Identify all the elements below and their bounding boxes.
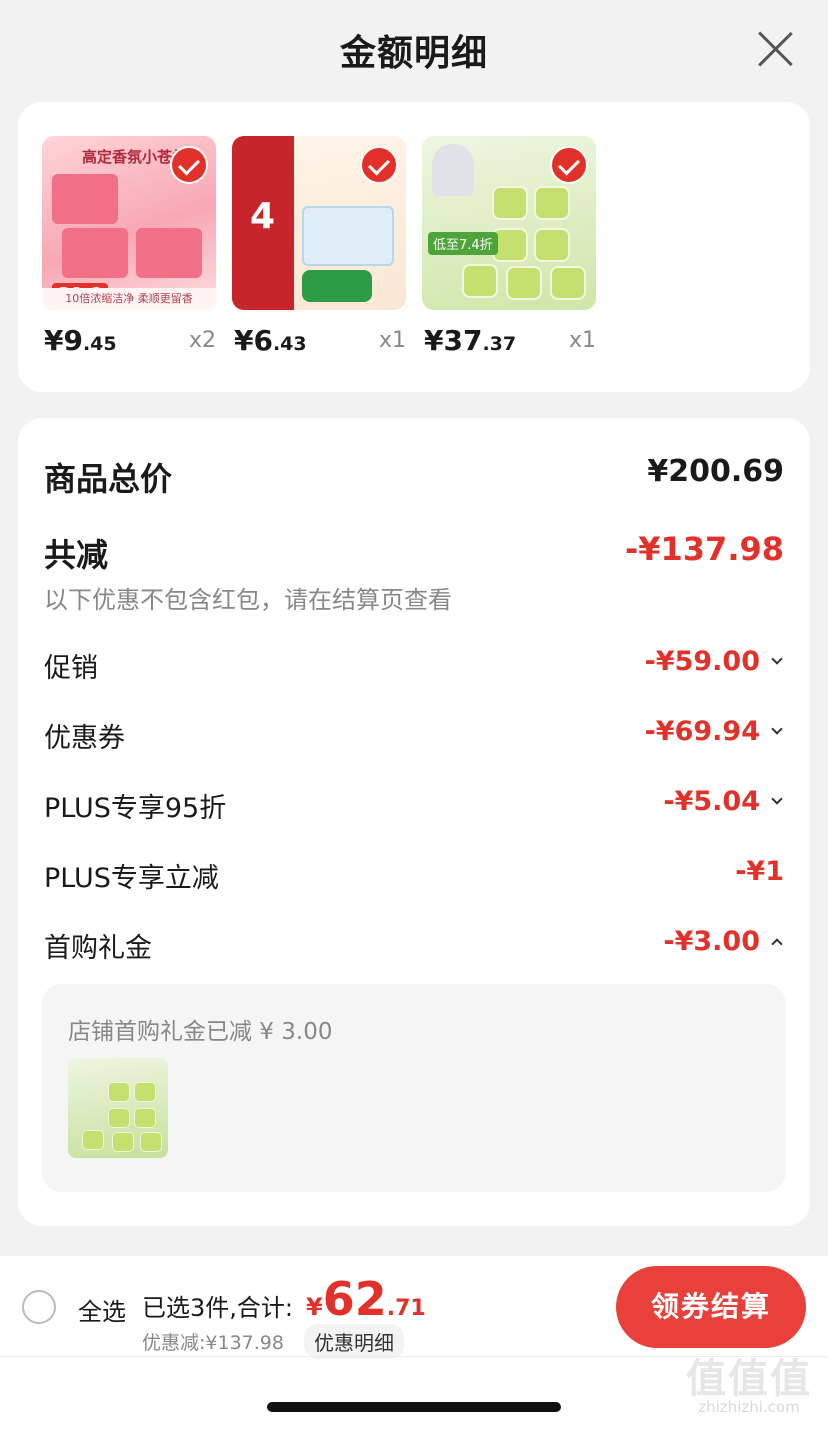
product-price: ¥9.45 (44, 324, 117, 357)
discount-label: 促销 (44, 653, 98, 684)
product-card[interactable]: 4 ¥6.43 x1 (232, 136, 406, 357)
gift-detail-text: 店铺首购礼金已减 ¥ 3.00 (68, 1019, 333, 1045)
checkmark-icon[interactable] (550, 146, 588, 184)
product-image: 低至7.4折 (422, 136, 596, 310)
total-price-row: 商品总价 ¥200.69 (44, 454, 784, 500)
chevron-down-icon[interactable] (770, 796, 784, 810)
discount-row[interactable]: PLUS专享95折 -¥5.04 (44, 786, 784, 825)
select-all-label[interactable]: 全选 (78, 1292, 126, 1327)
chevron-up-icon[interactable] (770, 936, 784, 950)
watermark-logo: 值值值 (686, 1356, 812, 1402)
discount-row[interactable]: 优惠券 -¥69.94 (44, 716, 784, 755)
page-title: 金额明细 (339, 33, 488, 74)
total-reduction-value: -¥137.98 (624, 530, 784, 568)
product-card[interactable]: 低至7.4折 ¥37.37 x1 (422, 136, 596, 357)
watermark-site: zhizhizhi.com (698, 1398, 800, 1416)
saved-amount: 优惠减:¥137.98 (142, 1332, 284, 1354)
discount-label: 优惠券 (44, 723, 125, 754)
product-image: 高定香氛小苍兰 39.8 10倍浓缩洁净 柔顺更留香 (42, 136, 216, 310)
checkmark-icon[interactable] (360, 146, 398, 184)
discount-value: -¥59.00 (645, 646, 784, 677)
discount-row: PLUS专享立减 -¥1 (44, 856, 784, 895)
close-icon[interactable] (756, 30, 794, 68)
product-image: 4 (232, 136, 406, 310)
first-purchase-gift-panel: 店铺首购礼金已减 ¥ 3.00 (42, 984, 786, 1192)
discount-detail-button[interactable]: 优惠明细 (304, 1324, 404, 1359)
product-image-text: 4 (250, 196, 276, 237)
total-reduction-row: 共减 -¥137.98 (44, 530, 784, 576)
selected-count: 已选3件,合计: (142, 1294, 293, 1322)
product-price: ¥37.37 (424, 324, 517, 357)
total-price-value: ¥200.69 (647, 454, 784, 489)
product-image-band: 10倍浓缩洁净 柔顺更留香 (42, 288, 216, 310)
discount-value: -¥69.94 (645, 716, 784, 747)
discount-label: PLUS专享立减 (44, 863, 219, 894)
home-indicator[interactable] (267, 1402, 561, 1412)
discount-label: PLUS专享95折 (44, 793, 227, 824)
chevron-down-icon[interactable] (770, 656, 784, 670)
product-strip: 高定香氛小苍兰 39.8 10倍浓缩洁净 柔顺更留香 ¥9.45 x2 4 ¥6… (18, 102, 810, 392)
discount-row[interactable]: 首购礼金 -¥3.00 (44, 926, 784, 965)
product-price: ¥6.43 (234, 324, 307, 357)
product-card[interactable]: 高定香氛小苍兰 39.8 10倍浓缩洁净 柔顺更留香 ¥9.45 x2 (42, 136, 216, 357)
total-reduction-label: 共减 (44, 536, 109, 574)
product-quantity: x2 (188, 328, 216, 353)
header: 金额明细 (0, 0, 828, 100)
amount-details: 商品总价 ¥200.69 共减 -¥137.98 以下优惠不包含红包，请在结算页… (18, 418, 810, 1226)
discount-row[interactable]: 促销 -¥59.00 (44, 646, 784, 685)
checkout-button[interactable]: 领券结算 (616, 1266, 806, 1348)
total-price-label: 商品总价 (44, 460, 173, 498)
reduction-note: 以下优惠不包含红包，请在结算页查看 (44, 586, 452, 614)
discount-value: -¥1 (735, 856, 784, 887)
discount-value: -¥5.04 (663, 786, 784, 817)
product-quantity: x1 (378, 328, 406, 353)
product-quantity: x1 (568, 328, 596, 353)
total-amount: ¥62.71 (306, 1272, 426, 1326)
checkmark-icon[interactable] (170, 146, 208, 184)
discount-value: -¥3.00 (663, 926, 784, 957)
gift-product-image (68, 1058, 168, 1158)
select-all-radio[interactable] (22, 1290, 56, 1324)
chevron-down-icon[interactable] (770, 726, 784, 740)
product-image-text: 低至7.4折 (428, 232, 498, 255)
discount-label: 首购礼金 (44, 933, 152, 964)
